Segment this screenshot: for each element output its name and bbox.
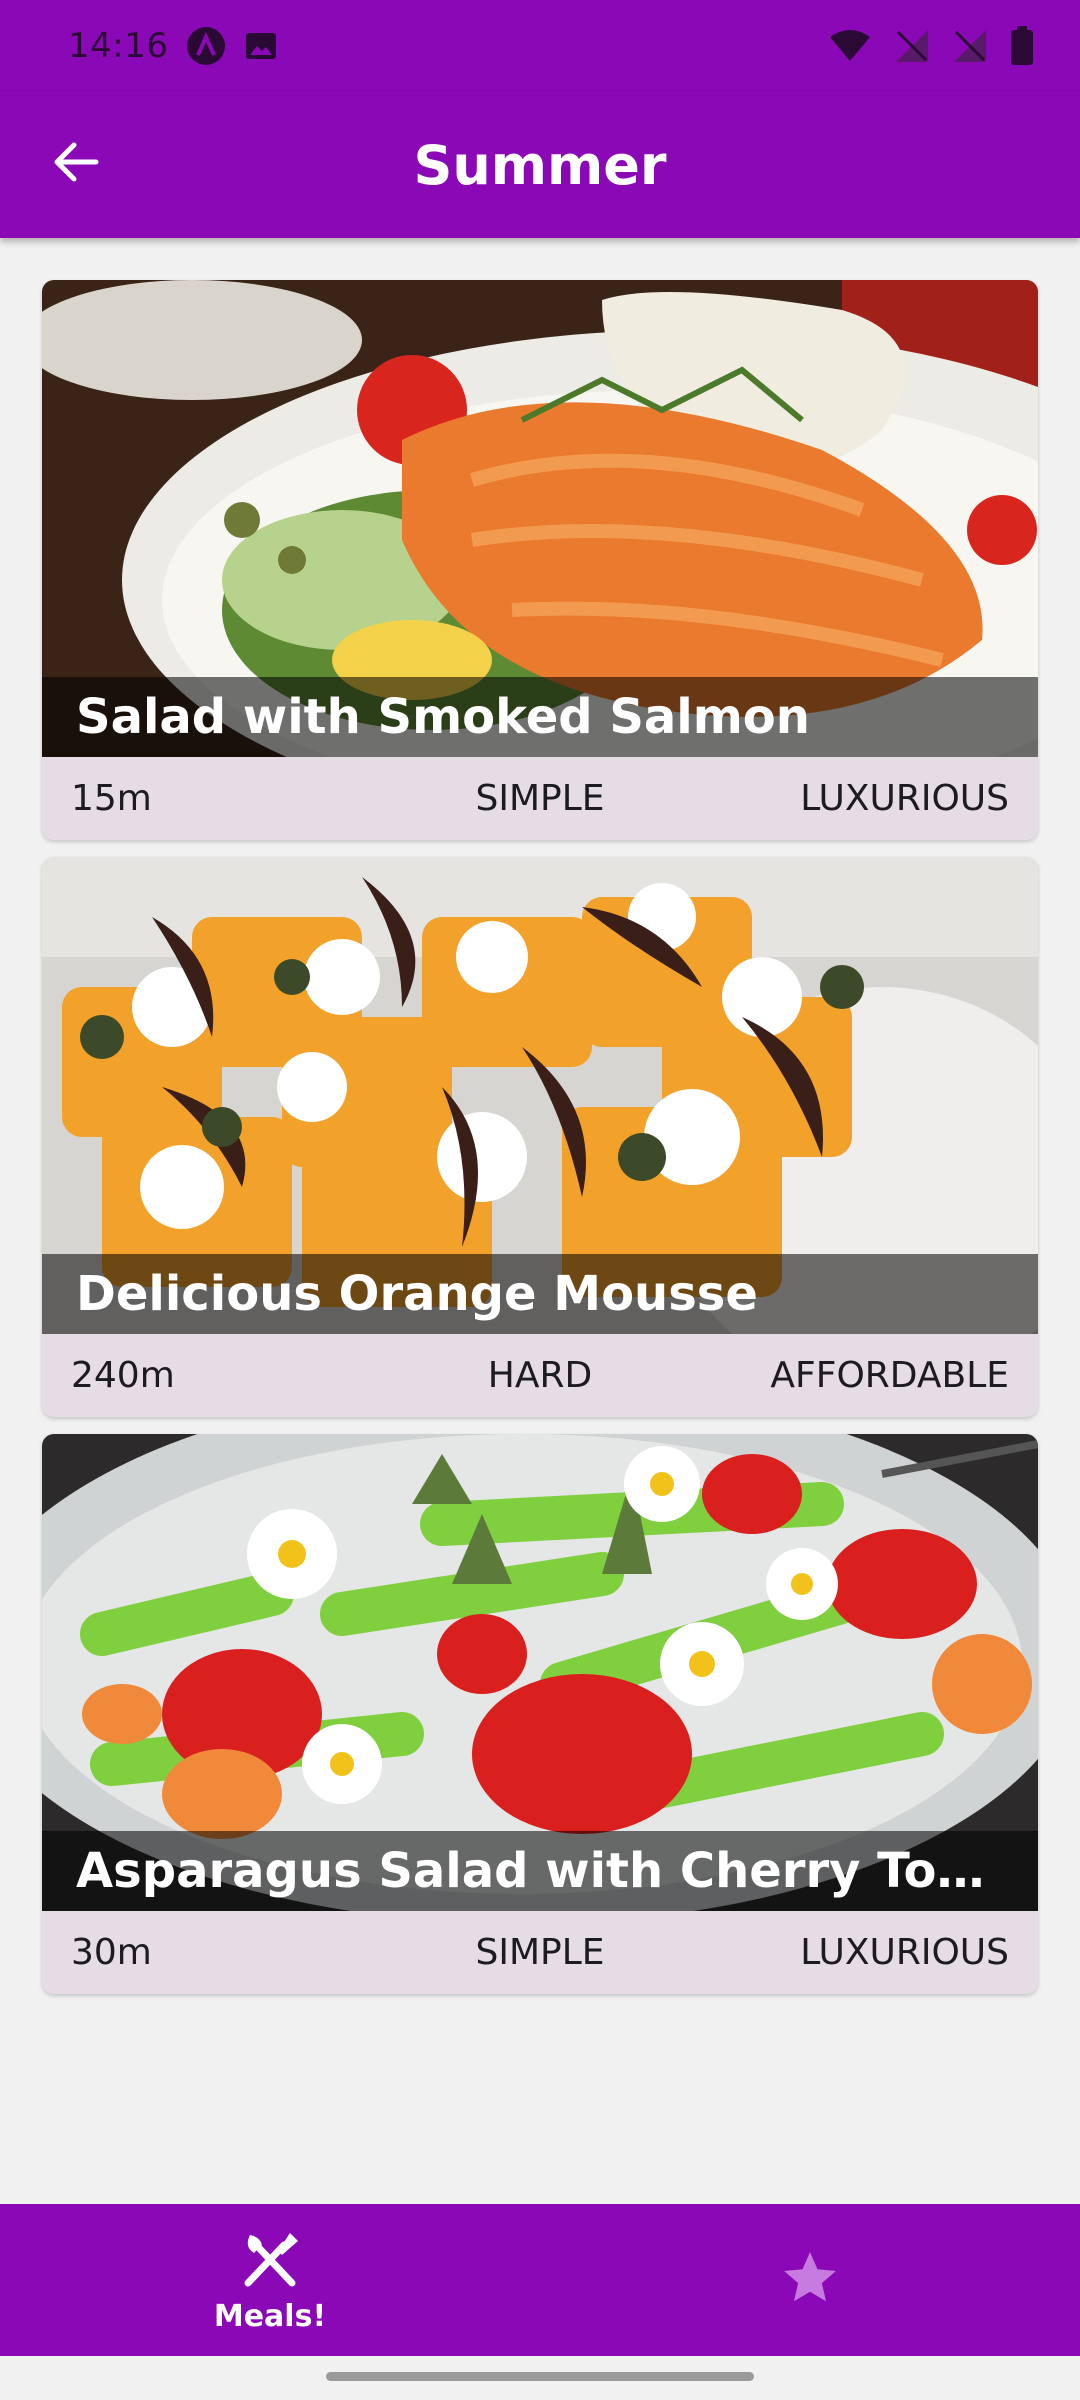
bottom-nav: Meals! xyxy=(0,2204,1080,2356)
meal-meta: 30m SIMPLE LUXURIOUS xyxy=(42,1911,1038,1994)
signal-off-icon xyxy=(894,28,930,64)
meal-card[interactable]: Salad with Smoked Salmon 15m SIMPLE LUXU… xyxy=(42,280,1038,840)
meal-complexity: HARD xyxy=(487,1355,593,1396)
meal-meta: 240m HARD AFFORDABLE xyxy=(42,1334,1038,1417)
star-icon xyxy=(779,2247,841,2313)
meal-affordability: LUXURIOUS xyxy=(800,1932,1010,1973)
status-time: 14:16 xyxy=(68,26,169,66)
smoked-salmon-salad-photo: Salad with Smoked Salmon xyxy=(42,280,1038,757)
battery-icon xyxy=(1010,26,1034,66)
meal-affordability: LUXURIOUS xyxy=(800,778,1010,819)
arrow-left-icon xyxy=(50,136,102,192)
status-left: 14:16 xyxy=(68,26,278,66)
orange-mousse-photo: Delicious Orange Mousse xyxy=(42,857,1038,1334)
meal-title: Delicious Orange Mousse xyxy=(76,1266,758,1322)
meal-title: Asparagus Salad with Cherry Toma... xyxy=(76,1843,1004,1899)
meal-title-band: Asparagus Salad with Cherry Toma... xyxy=(42,1831,1038,1911)
meal-card[interactable]: Asparagus Salad with Cherry Toma... 30m … xyxy=(42,1434,1038,1994)
meal-duration: 15m xyxy=(71,778,152,819)
status-right xyxy=(828,26,1034,66)
nav-label-meals: Meals! xyxy=(213,2298,327,2334)
app-a-icon xyxy=(186,26,226,66)
gallery-icon xyxy=(244,29,278,63)
meal-duration: 30m xyxy=(71,1932,152,1973)
wifi-icon xyxy=(828,29,872,63)
meal-title-band: Salad with Smoked Salmon xyxy=(42,677,1038,757)
fork-knife-icon xyxy=(238,2227,302,2295)
meal-meta: 15m SIMPLE LUXURIOUS xyxy=(42,757,1038,840)
app-bar: Summer xyxy=(0,92,1080,238)
meal-affordability: AFFORDABLE xyxy=(770,1355,1010,1396)
meal-duration: 240m xyxy=(71,1355,175,1396)
meal-title: Salad with Smoked Salmon xyxy=(76,689,810,745)
meal-complexity: SIMPLE xyxy=(475,778,605,819)
nav-item-meals[interactable]: Meals! xyxy=(0,2204,540,2356)
signal-off-icon xyxy=(952,28,988,64)
meal-list: Salad with Smoked Salmon 15m SIMPLE LUXU… xyxy=(42,280,1038,1994)
home-gesture-bar[interactable] xyxy=(326,2372,754,2381)
meal-title-band: Delicious Orange Mousse xyxy=(42,1254,1038,1334)
page-title: Summer xyxy=(413,133,667,197)
back-button[interactable] xyxy=(36,124,116,204)
gesture-area xyxy=(0,2356,1080,2400)
nav-item-favorites[interactable] xyxy=(540,2204,1080,2356)
meal-card[interactable]: Delicious Orange Mousse 240m HARD AFFORD… xyxy=(42,857,1038,1417)
status-bar: 14:16 xyxy=(0,0,1080,92)
asparagus-salad-photo: Asparagus Salad with Cherry Toma... xyxy=(42,1434,1038,1911)
meal-complexity: SIMPLE xyxy=(475,1932,605,1973)
